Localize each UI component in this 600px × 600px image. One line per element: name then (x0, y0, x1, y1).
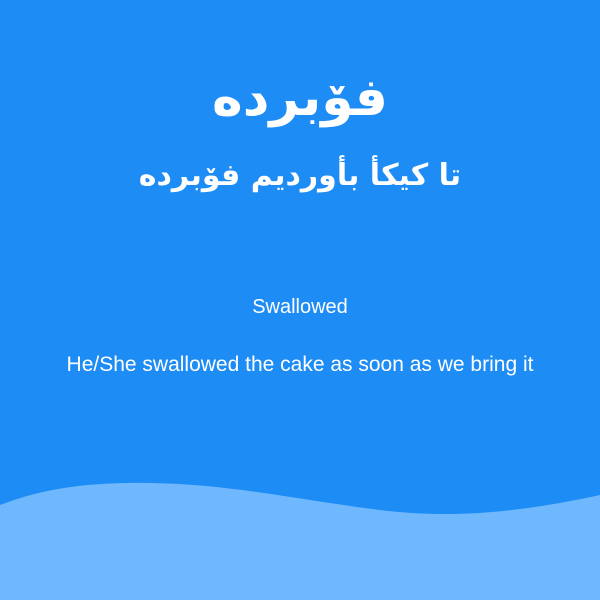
example-sentence: تا کیکأ بأوردیم فۆبرده (138, 158, 462, 193)
example-translation: He/She swallowed the cake as soon as we … (66, 353, 534, 376)
wave-shape (0, 482, 600, 600)
word-translation: Swallowed (252, 296, 348, 318)
word-card: فۆبرده تا کیکأ بأوردیم فۆبرده Swallowed … (0, 0, 600, 600)
word-title: فۆبرده (212, 68, 388, 128)
decorative-wave (0, 482, 600, 600)
